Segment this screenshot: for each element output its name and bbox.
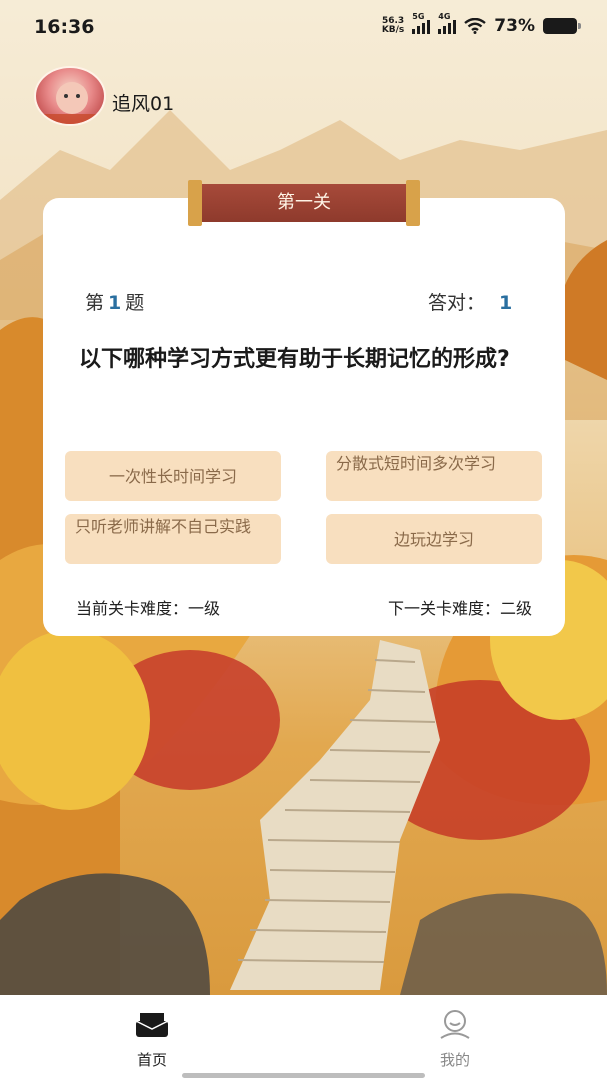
quiz-card [43, 198, 565, 636]
question-number: 第1题 [85, 292, 145, 314]
correct-count: 答对： 1 [428, 292, 513, 314]
answer-option-3[interactable]: 只听老师讲解不自己实践 [65, 514, 281, 564]
signal-5g-icon: 5G [412, 12, 431, 34]
status-bar: 16:36 56.3 KB/s 5G 4G 73% [0, 0, 607, 58]
answer-option-2[interactable]: 分散式短时间多次学习 [326, 451, 542, 501]
wifi-icon [464, 18, 487, 34]
current-difficulty: 当前关卡难度：一级 [76, 599, 221, 618]
tab-home[interactable]: 首页 [112, 1009, 192, 1070]
username: 追风01 [112, 93, 175, 115]
answer-option-4[interactable]: 边玩边学习 [326, 514, 542, 564]
avatar[interactable] [34, 66, 106, 126]
battery-icon [543, 18, 581, 34]
battery-percent: 73% [494, 16, 535, 36]
bottom-tab-bar: 首页 我的 [0, 995, 607, 1080]
home-indicator[interactable] [182, 1073, 425, 1078]
level-banner: 第一关 [188, 180, 420, 228]
signal-4g-icon: 4G [438, 12, 457, 34]
question-text: 以下哪种学习方式更有助于长期记忆的形成? [79, 347, 510, 372]
status-icons: 56.3 KB/s 5G 4G 73% [381, 12, 581, 36]
next-difficulty: 下一关卡难度：二级 [387, 599, 532, 618]
answer-option-1[interactable]: 一次性长时间学习 [65, 451, 281, 501]
tab-home-label: 首页 [136, 1051, 167, 1069]
home-icon [135, 1013, 169, 1037]
user-profile-icon [440, 1010, 470, 1039]
level-title: 第一关 [277, 192, 331, 213]
tab-mine[interactable]: 我的 [415, 1009, 495, 1070]
tab-mine-label: 我的 [439, 1051, 470, 1069]
status-time: 16:36 [34, 16, 95, 38]
network-speed: 56.3 KB/s [381, 16, 405, 35]
